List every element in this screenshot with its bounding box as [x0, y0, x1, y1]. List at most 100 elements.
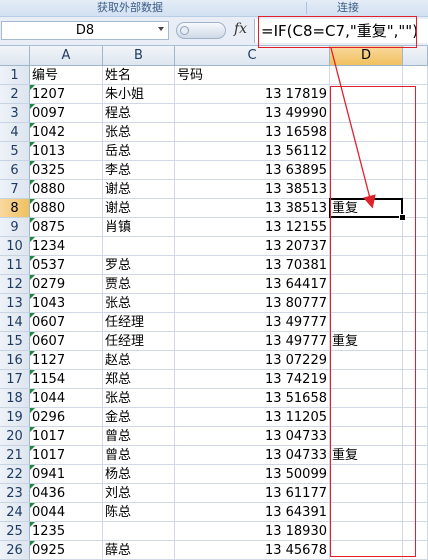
cell-b6[interactable]: 李总 [103, 161, 175, 180]
row-header[interactable]: 13 [0, 294, 30, 313]
cell-b16[interactable]: 赵总 [103, 351, 175, 370]
cell-d20[interactable] [330, 427, 403, 446]
cell-e19[interactable] [403, 408, 428, 427]
cell-e25[interactable] [403, 522, 428, 541]
row-header[interactable]: 17 [0, 370, 30, 389]
cell-e2[interactable] [403, 85, 428, 104]
cell-b18[interactable]: 张总 [103, 389, 175, 408]
cell-b7[interactable]: 谢总 [103, 180, 175, 199]
cell-a21[interactable]: 1017 [30, 446, 103, 465]
name-box[interactable]: D8 [1, 21, 169, 40]
row-header[interactable]: 19 [0, 408, 30, 427]
cell-c16[interactable]: 13 07229 [175, 351, 330, 370]
cell-d23[interactable] [330, 484, 403, 503]
cell-a13[interactable]: 1043 [30, 294, 103, 313]
column-header-b[interactable]: B [103, 46, 175, 66]
cell-e20[interactable] [403, 427, 428, 446]
cell-e7[interactable] [403, 180, 428, 199]
row-header[interactable]: 21 [0, 446, 30, 465]
cell-e18[interactable] [403, 389, 428, 408]
cell-d7[interactable] [330, 180, 403, 199]
cell-c23[interactable]: 13 61177 [175, 484, 330, 503]
row-header[interactable]: 10 [0, 237, 30, 256]
cell-e3[interactable] [403, 104, 428, 123]
cell-b3[interactable]: 程总 [103, 104, 175, 123]
cell-c21[interactable]: 13 04733 [175, 446, 330, 465]
cell-a15[interactable]: 0607 [30, 332, 103, 351]
cell-e10[interactable] [403, 237, 428, 256]
select-all-corner[interactable] [0, 46, 30, 66]
cell-d15[interactable]: 重复 [330, 332, 403, 351]
cell-b4[interactable]: 张总 [103, 123, 175, 142]
cell-a5[interactable]: 1013 [30, 142, 103, 161]
row-header[interactable]: 25 [0, 522, 30, 541]
insert-function-button[interactable]: fx [234, 21, 247, 37]
cell-d2[interactable] [330, 85, 403, 104]
cell-b17[interactable]: 郑总 [103, 370, 175, 389]
cell-d16[interactable] [330, 351, 403, 370]
column-header-a[interactable]: A [30, 46, 103, 66]
cell-a25[interactable]: 1235 [30, 522, 103, 541]
cell-a1[interactable]: 编号 [30, 66, 103, 85]
cell-d22[interactable] [330, 465, 403, 484]
cell-a6[interactable]: 0325 [30, 161, 103, 180]
cell-e1[interactable] [403, 66, 428, 85]
row-header[interactable]: 9 [0, 218, 30, 237]
cell-c22[interactable]: 13 50099 [175, 465, 330, 484]
cell-c26[interactable]: 13 45678 [175, 541, 330, 560]
cell-e8[interactable] [403, 199, 428, 218]
formula-bar-splitter[interactable] [176, 22, 226, 39]
cell-b10[interactable] [103, 237, 175, 256]
row-header[interactable]: 15 [0, 332, 30, 351]
cell-a11[interactable]: 0537 [30, 256, 103, 275]
cell-a20[interactable]: 1017 [30, 427, 103, 446]
cell-c8[interactable]: 13 38513 [175, 199, 330, 218]
cell-e13[interactable] [403, 294, 428, 313]
cell-a22[interactable]: 0941 [30, 465, 103, 484]
cell-b22[interactable]: 杨总 [103, 465, 175, 484]
cell-d9[interactable] [330, 218, 403, 237]
row-header[interactable]: 18 [0, 389, 30, 408]
cell-c6[interactable]: 13 63895 [175, 161, 330, 180]
cell-c4[interactable]: 13 16598 [175, 123, 330, 142]
cell-d14[interactable] [330, 313, 403, 332]
cell-c25[interactable]: 13 18930 [175, 522, 330, 541]
row-header[interactable]: 26 [0, 541, 30, 560]
cell-d26[interactable] [330, 541, 403, 560]
cell-e16[interactable] [403, 351, 428, 370]
cell-e26[interactable] [403, 541, 428, 560]
cell-b14[interactable]: 任经理 [103, 313, 175, 332]
cell-c9[interactable]: 13 12155 [175, 218, 330, 237]
cell-b26[interactable]: 薛总 [103, 541, 175, 560]
cell-e23[interactable] [403, 484, 428, 503]
row-header[interactable]: 6 [0, 161, 30, 180]
cell-b1[interactable]: 姓名 [103, 66, 175, 85]
cell-e14[interactable] [403, 313, 428, 332]
cell-b8[interactable]: 谢总 [103, 199, 175, 218]
row-header[interactable]: 8 [0, 199, 30, 218]
cell-e4[interactable] [403, 123, 428, 142]
column-header-e[interactable] [403, 46, 428, 66]
row-header[interactable]: 22 [0, 465, 30, 484]
cell-d8[interactable]: 重复 [330, 199, 403, 218]
cell-c10[interactable]: 13 20737 [175, 237, 330, 256]
row-header[interactable]: 5 [0, 142, 30, 161]
cell-d19[interactable] [330, 408, 403, 427]
cell-d25[interactable] [330, 522, 403, 541]
cell-c2[interactable]: 13 17819 [175, 85, 330, 104]
formula-input[interactable]: =IF(C8=C7,"重复","") [254, 19, 428, 43]
cell-e17[interactable] [403, 370, 428, 389]
cell-d12[interactable] [330, 275, 403, 294]
row-header[interactable]: 7 [0, 180, 30, 199]
cell-e5[interactable] [403, 142, 428, 161]
cell-e15[interactable] [403, 332, 428, 351]
row-header[interactable]: 3 [0, 104, 30, 123]
cell-e21[interactable] [403, 446, 428, 465]
row-header[interactable]: 2 [0, 85, 30, 104]
row-header[interactable]: 16 [0, 351, 30, 370]
cell-c12[interactable]: 13 64417 [175, 275, 330, 294]
cell-c7[interactable]: 13 38513 [175, 180, 330, 199]
cell-d24[interactable] [330, 503, 403, 522]
cell-a8[interactable]: 0880 [30, 199, 103, 218]
cell-a9[interactable]: 0875 [30, 218, 103, 237]
